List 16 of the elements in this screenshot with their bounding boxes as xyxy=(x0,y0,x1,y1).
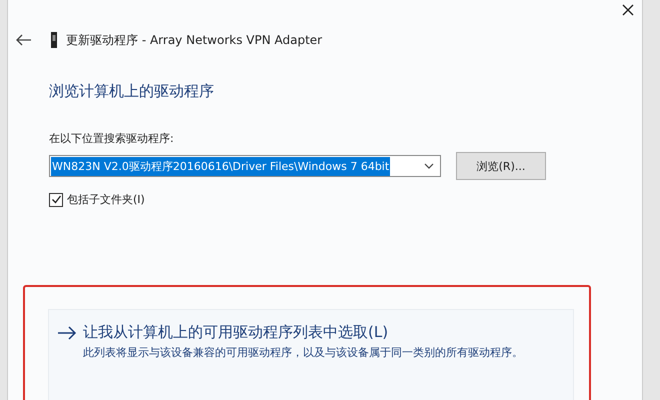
option-description: 此列表将显示与该设备兼容的可用驱动程序，以及与该设备属于同一类别的所有驱动程序。 xyxy=(83,345,524,361)
option-card[interactable]: 让我从计算机上的可用驱动程序列表中选取(L) 此列表将显示与该设备兼容的可用驱动程序，以及与该设备属于同一类别的所有驱动程序。 xyxy=(48,309,574,400)
window-title: 更新驱动程序 - Array Networks VPN Adapter xyxy=(66,32,322,48)
dropdown-icon xyxy=(423,162,435,170)
back-button[interactable] xyxy=(16,34,32,46)
browse-button[interactable]: 浏览(R)... xyxy=(456,152,546,180)
search-label: 在以下位置搜索驱动程序: xyxy=(49,131,175,146)
page-heading: 浏览计算机上的驱动程序 xyxy=(49,82,215,101)
checkbox[interactable] xyxy=(49,192,63,206)
arrow-icon xyxy=(57,326,77,340)
option-title: 让我从计算机上的可用驱动程序列表中选取(L) xyxy=(83,323,388,342)
back-arrow-icon xyxy=(16,34,32,46)
close-icon xyxy=(621,3,635,17)
checkbox-label: 包括子文件夹(I) xyxy=(67,192,145,207)
path-combobox[interactable]: WN823N V2.0驱动程序20160616\Driver Files\Windows 7 64bit xyxy=(49,155,441,177)
device-icon xyxy=(50,32,58,48)
